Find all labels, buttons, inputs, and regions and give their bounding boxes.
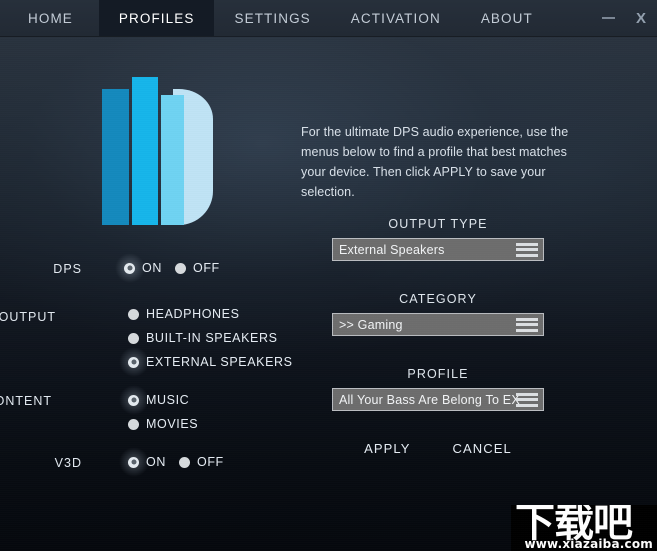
radio-label: MUSIC xyxy=(146,393,190,407)
radio-content-music[interactable]: MUSIC xyxy=(128,393,189,407)
radio-dot xyxy=(128,356,139,368)
profile-group: PROFILE All Your Bass Are Belong To EX xyxy=(332,367,544,411)
tab-about[interactable]: ABOUT xyxy=(461,0,553,36)
output-type-dropdown[interactable]: External Speakers xyxy=(332,238,544,261)
radio-dot xyxy=(124,262,135,274)
tab-profiles[interactable]: PROFILES xyxy=(98,0,215,36)
apply-button[interactable]: APPLY xyxy=(364,441,410,456)
category-dropdown[interactable]: >> Gaming xyxy=(332,313,544,336)
radio-dot xyxy=(128,308,139,320)
radio-label: MOVIES xyxy=(146,417,199,431)
tab-activation[interactable]: ACTIVATION xyxy=(331,0,461,36)
radio-label: ON xyxy=(142,261,162,275)
hamburger-menu-icon[interactable] xyxy=(516,242,538,257)
action-buttons: APPLY CANCEL xyxy=(332,441,544,456)
application-window: HOME PROFILES SETTINGS ACTIVATION ABOUT … xyxy=(0,0,657,551)
radio-dot xyxy=(128,394,139,406)
watermark: 下载吧 www.xiazaiba.com xyxy=(511,505,657,551)
radio-label: EXTERNAL SPEAKERS xyxy=(146,355,293,369)
profile-dropdown[interactable]: All Your Bass Are Belong To EX xyxy=(332,388,544,411)
profile-value: All Your Bass Are Belong To EX xyxy=(339,392,520,407)
output-type-group: OUTPUT TYPE External Speakers xyxy=(332,217,544,261)
dps-b-logo xyxy=(102,77,213,225)
radio-dot xyxy=(179,456,190,468)
logo-bar-1 xyxy=(102,89,129,225)
category-label: CATEGORY xyxy=(399,292,477,306)
logo-bar-3 xyxy=(161,95,184,225)
title-bar: HOME PROFILES SETTINGS ACTIVATION ABOUT … xyxy=(0,0,657,36)
radio-output-external-speakers[interactable]: EXTERNAL SPEAKERS xyxy=(128,355,293,369)
watermark-url: www.xiazaiba.com xyxy=(524,537,653,551)
logo-bar-2 xyxy=(132,77,158,225)
tab-home[interactable]: HOME xyxy=(0,0,99,36)
output-type-value: External Speakers xyxy=(339,242,445,257)
minimize-icon[interactable] xyxy=(591,0,625,36)
radio-content-movies[interactable]: MOVIES xyxy=(128,417,198,431)
radio-v3d-off[interactable]: OFF xyxy=(179,455,224,469)
radio-label: OFF xyxy=(193,261,220,275)
radio-label: HEADPHONES xyxy=(146,307,240,321)
output-type-label: OUTPUT TYPE xyxy=(388,217,488,231)
v3d-label: V3D xyxy=(54,456,82,470)
output-label: OUTPUT xyxy=(0,310,56,324)
radio-dot xyxy=(128,456,139,468)
category-value: >> Gaming xyxy=(339,317,403,332)
radio-output-builtin-speakers[interactable]: BUILT-IN SPEAKERS xyxy=(128,331,278,345)
category-group: CATEGORY >> Gaming xyxy=(332,292,544,336)
radio-label: BUILT-IN SPEAKERS xyxy=(146,331,278,345)
radio-dot xyxy=(175,262,186,274)
main-tabs: HOME PROFILES SETTINGS ACTIVATION ABOUT xyxy=(0,0,553,36)
radio-label: OFF xyxy=(197,455,224,469)
window-controls: X xyxy=(591,0,657,36)
radio-dot xyxy=(128,418,139,430)
close-icon[interactable]: X xyxy=(625,0,657,36)
dps-label: DPS xyxy=(53,262,82,276)
radio-dps-off[interactable]: OFF xyxy=(175,261,220,275)
cancel-button[interactable]: CANCEL xyxy=(453,441,512,456)
radio-dps-on[interactable]: ON xyxy=(124,261,162,275)
radio-v3d-on[interactable]: ON xyxy=(128,455,166,469)
content-label: CONTENT xyxy=(0,394,52,408)
tab-settings[interactable]: SETTINGS xyxy=(214,0,330,36)
radio-label: ON xyxy=(146,455,166,469)
intro-text: For the ultimate DPS audio experience, u… xyxy=(301,125,569,199)
radio-output-headphones[interactable]: HEADPHONES xyxy=(128,307,240,321)
radio-dot xyxy=(128,332,139,344)
hamburger-menu-icon[interactable] xyxy=(516,392,538,407)
hamburger-menu-icon[interactable] xyxy=(516,317,538,332)
profile-label: PROFILE xyxy=(407,367,469,381)
